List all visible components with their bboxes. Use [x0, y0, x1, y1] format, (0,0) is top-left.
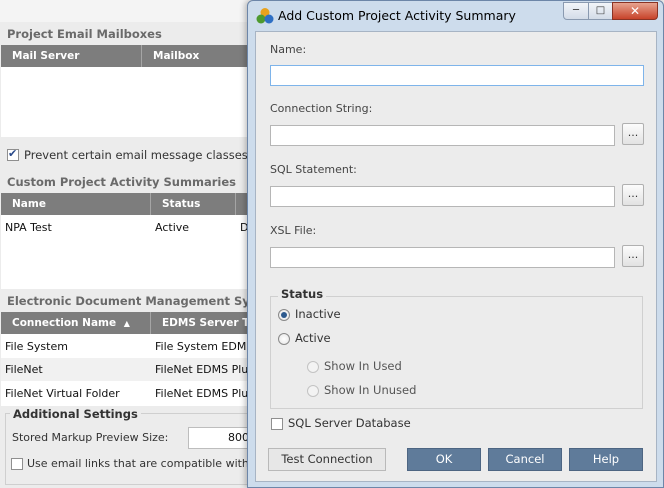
status-active-radio[interactable]	[278, 333, 290, 345]
activity-grid-header: Name Status	[1, 193, 250, 215]
email-grid-header: Mail Server Mailbox	[1, 45, 250, 67]
minimize-button[interactable]: ─	[563, 2, 589, 20]
sql-browse-button[interactable]: ...	[622, 184, 644, 206]
col-connection-name-label: Connection Name	[12, 317, 117, 329]
col-mail-server[interactable]: Mail Server	[1, 45, 142, 67]
row-name: FileNet	[5, 363, 43, 376]
test-connection-button[interactable]: Test Connection	[268, 448, 386, 471]
email-links-label: Use email links that are compatible with	[27, 457, 249, 470]
colored-circles-icon	[256, 8, 274, 24]
row-type: File System EDM	[155, 340, 247, 353]
connection-string-input[interactable]	[270, 125, 615, 146]
status-title: Status	[278, 287, 327, 301]
row-status: Active	[155, 221, 190, 234]
email-links-checkbox[interactable]	[11, 458, 23, 470]
col-edms-server-type[interactable]: EDMS Server T	[151, 312, 250, 334]
status-inactive-radio[interactable]	[278, 309, 290, 321]
xsl-file-label: XSL File:	[270, 224, 317, 237]
top-strip	[0, 0, 250, 22]
sql-statement-input[interactable]	[270, 186, 615, 207]
activity-section-title: Custom Project Activity Summaries	[7, 175, 236, 189]
col-status[interactable]: Status	[151, 193, 236, 215]
close-button[interactable]: ✕	[612, 2, 658, 20]
additional-settings-title: Additional Settings	[10, 407, 141, 421]
markup-size-label: Stored Markup Preview Size:	[12, 431, 169, 444]
prevent-classes-checkbox[interactable]	[7, 147, 19, 161]
edms-grid-header: Connection Name ▲ EDMS Server T	[1, 312, 250, 334]
email-section-title: Project Email Mailboxes	[7, 27, 162, 41]
row-name: NPA Test	[5, 221, 52, 234]
additional-settings-group	[5, 413, 250, 485]
sql-server-label[interactable]: SQL Server Database	[288, 416, 411, 430]
add-summary-dialog: Add Custom Project Activity Summary ─ □ …	[247, 0, 664, 488]
xsl-browse-button[interactable]: ...	[622, 245, 644, 267]
table-row[interactable]: File System File System EDM	[1, 335, 250, 358]
col-connection-name[interactable]: Connection Name ▲	[1, 312, 151, 334]
edms-grid-body: File System File System EDM FileNet File…	[1, 334, 250, 406]
row-type: FileNet EDMS Plu	[155, 387, 249, 400]
cancel-button[interactable]: Cancel	[488, 448, 562, 471]
status-active-label[interactable]: Active	[295, 331, 331, 345]
row-type: FileNet EDMS Plu	[155, 363, 249, 376]
sql-statement-label: SQL Statement:	[270, 163, 357, 176]
connection-string-label: Connection String:	[270, 102, 373, 115]
status-inactive-label[interactable]: Inactive	[295, 307, 341, 321]
maximize-button[interactable]: □	[588, 2, 613, 20]
dialog-title: Add Custom Project Activity Summary	[278, 8, 516, 23]
table-row[interactable]: NPA Test Active D	[1, 216, 250, 239]
ok-button[interactable]: OK	[407, 448, 481, 471]
table-row[interactable]: FileNet FileNet EDMS Plu	[1, 358, 250, 381]
xsl-file-input[interactable]	[270, 247, 615, 268]
sort-up-icon: ▲	[123, 319, 130, 328]
markup-size-input[interactable]: 800	[188, 427, 250, 449]
show-in-unused-label[interactable]: Show In Unused	[324, 383, 416, 397]
help-button[interactable]: Help	[569, 448, 643, 471]
activity-grid-body: NPA Test Active D	[1, 215, 250, 289]
prevent-classes-label: Prevent certain email message classes	[24, 148, 248, 162]
row-name: File System	[5, 340, 68, 353]
edms-section-title: Electronic Document Management Sys	[7, 294, 257, 308]
dialog-titlebar[interactable]: Add Custom Project Activity Summary ─ □ …	[248, 1, 663, 31]
name-label: Name:	[270, 43, 307, 56]
name-input[interactable]	[270, 65, 644, 86]
show-in-unused-radio[interactable]	[307, 385, 319, 397]
dialog-client-area: Name: Connection String: ... SQL Stateme…	[255, 31, 657, 482]
table-row[interactable]: FileNet Virtual Folder FileNet EDMS Plu	[1, 382, 250, 405]
row-name: FileNet Virtual Folder	[5, 387, 120, 400]
col-mailbox[interactable]: Mailbox	[142, 45, 250, 67]
sql-server-checkbox[interactable]	[271, 418, 283, 430]
show-in-used-radio[interactable]	[307, 361, 319, 373]
show-in-used-label[interactable]: Show In Used	[324, 359, 402, 373]
connection-browse-button[interactable]: ...	[622, 123, 644, 145]
email-grid-body	[1, 67, 250, 137]
col-name[interactable]: Name	[1, 193, 151, 215]
